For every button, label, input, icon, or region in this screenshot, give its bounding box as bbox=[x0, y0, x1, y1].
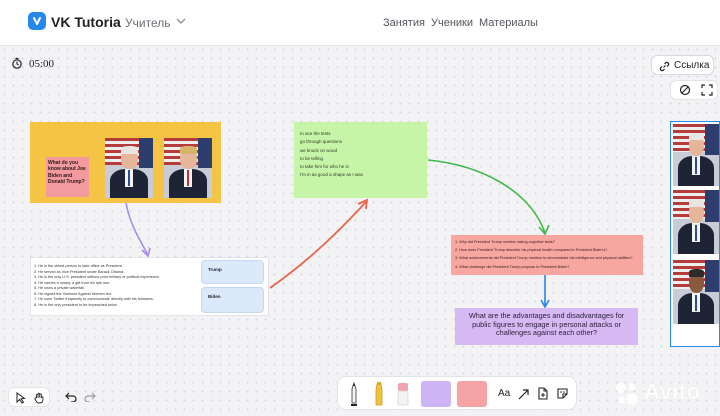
side-photo-biden-2[interactable] bbox=[673, 190, 719, 254]
question-item: 1. Why did President Trump mention takin… bbox=[455, 240, 555, 244]
phrase-item: we knock on wood bbox=[300, 147, 338, 153]
sticky-pink-tool[interactable] bbox=[457, 381, 487, 407]
hand-icon[interactable] bbox=[33, 392, 45, 404]
watermark-text: Avito bbox=[644, 379, 701, 404]
sticker-icon[interactable] bbox=[556, 387, 569, 400]
redo-icon[interactable] bbox=[84, 392, 96, 402]
biden-photo[interactable] bbox=[105, 138, 153, 198]
biden-label: Biden bbox=[208, 294, 221, 299]
question-item: 4. What challenge did President Trump pr… bbox=[455, 265, 570, 269]
purple-arrow bbox=[125, 202, 149, 256]
facts-card[interactable]: 1. He is the oldest person to take offic… bbox=[30, 257, 269, 316]
trump-label: Trump bbox=[208, 267, 222, 272]
phrase-item: go through questions bbox=[300, 139, 343, 145]
avito-logo-icon bbox=[616, 383, 638, 405]
fact-item: 5. He owns a private waterfall. bbox=[34, 286, 85, 290]
trump-photo[interactable] bbox=[164, 138, 212, 198]
phrase-item: to be telling bbox=[300, 155, 324, 161]
question-item: 3. What achievements did President Trump… bbox=[455, 256, 633, 260]
cursor-icon[interactable] bbox=[15, 392, 26, 404]
fact-item: 6. He signed the Violence Against Women … bbox=[34, 291, 113, 296]
red-arrow bbox=[269, 201, 367, 289]
phrase-item: to take him for who he is bbox=[300, 164, 349, 170]
fact-item: 2. He served as Vice President under Bar… bbox=[34, 269, 125, 274]
marker-icon[interactable] bbox=[372, 381, 386, 407]
undo-icon[interactable] bbox=[65, 392, 77, 402]
arrow-tool-icon[interactable] bbox=[518, 388, 530, 400]
phrases-card[interactable]: to ace the tests go through questions we… bbox=[294, 122, 427, 198]
fact-item: 8. He is the only president to be impeac… bbox=[34, 302, 118, 307]
drawing-toolbar: Aa bbox=[337, 376, 577, 410]
shape-tool-icon[interactable] bbox=[537, 387, 549, 401]
photo-strip[interactable] bbox=[670, 121, 720, 347]
biden-answer-box[interactable]: Biden bbox=[201, 287, 264, 313]
green-arrow bbox=[427, 159, 546, 234]
phrase-item: to ace the tests bbox=[300, 131, 331, 136]
questions-card[interactable]: 1. Why did President Trump mention takin… bbox=[451, 235, 643, 275]
fact-item: 4. He carries a rosary, a gift from his … bbox=[34, 280, 111, 285]
eraser-icon[interactable] bbox=[396, 381, 410, 407]
sticky-purple-tool[interactable] bbox=[421, 381, 451, 407]
fact-item: 3. He is the only U.S. president without… bbox=[34, 275, 160, 279]
question-item: 2. How does President Trump describe his… bbox=[455, 248, 608, 252]
side-photo-obama[interactable] bbox=[673, 260, 719, 324]
pen-icon[interactable] bbox=[348, 381, 360, 407]
pointer-tools bbox=[8, 387, 50, 407]
trump-answer-box[interactable]: Trump bbox=[201, 260, 264, 284]
intro-card[interactable]: What do you know about Joe Biden and Don… bbox=[30, 122, 221, 203]
side-photo-biden[interactable] bbox=[673, 124, 719, 186]
phrase-item: I'm in as good a shape as I was bbox=[300, 172, 363, 178]
discussion-card[interactable]: What are the advantages and disadvantage… bbox=[455, 308, 638, 345]
connector-arrows bbox=[125, 159, 550, 309]
text-tool[interactable]: Aa bbox=[498, 388, 510, 399]
question-sticky[interactable]: What do you know about Joe Biden and Don… bbox=[46, 157, 89, 197]
fact-item: 1. He is the oldest person to take offic… bbox=[34, 264, 123, 268]
fact-item: 7. He uses Twitter frequently to communi… bbox=[34, 297, 154, 301]
